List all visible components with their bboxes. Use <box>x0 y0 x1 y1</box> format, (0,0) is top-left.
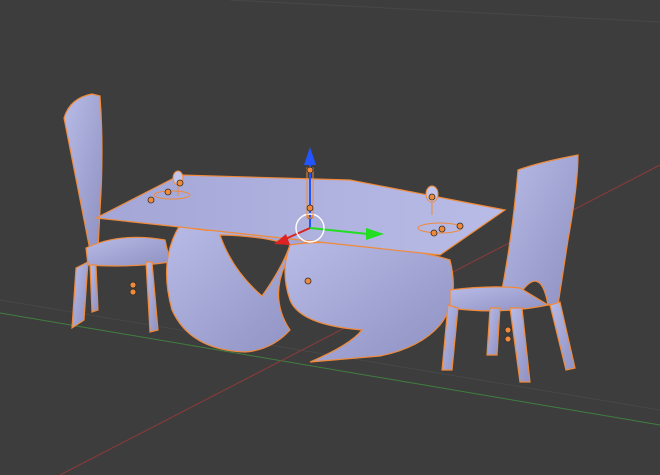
3d-viewport[interactable] <box>0 0 660 475</box>
z-handle-dot-2 <box>306 204 314 212</box>
chair-right[interactable] <box>441 154 579 383</box>
z-handle-dot <box>306 166 314 174</box>
z-arrow-icon[interactable] <box>304 147 316 165</box>
